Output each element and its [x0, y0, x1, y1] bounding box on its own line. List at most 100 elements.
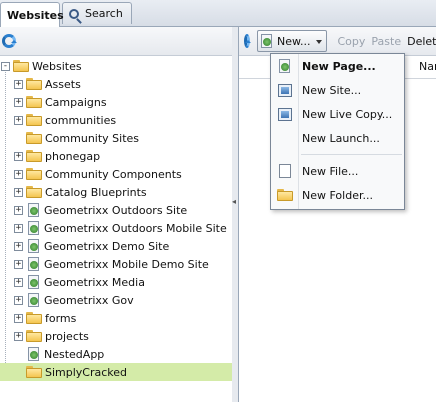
tree-node-label: SimplyCracked: [45, 365, 128, 379]
tree-node-label: Geometrixx Demo Site: [44, 239, 170, 253]
folder-icon: [26, 186, 42, 198]
paste-button[interactable]: Paste: [371, 35, 401, 48]
folder-icon: [26, 96, 42, 108]
expand-icon[interactable]: +: [14, 313, 23, 323]
new-dropdown-menu: New Page... New Site... New Live Copy... Ne…: [270, 53, 405, 210]
expand-icon[interactable]: +: [14, 295, 23, 305]
site-icon: [277, 83, 292, 97]
tree-node-label: Community Sites: [45, 131, 140, 145]
tree-node[interactable]: + Assets: [0, 75, 232, 93]
tree-node[interactable]: + Community Components: [0, 165, 232, 183]
tree-node[interactable]: + projects: [0, 327, 232, 345]
tree-node[interactable]: Community Sites: [0, 129, 232, 147]
tree-node-label: phonegap: [45, 149, 101, 163]
collapse-arrow-icon[interactable]: ◂: [232, 197, 236, 206]
tree-node-label: Websites: [32, 59, 82, 73]
menu-item[interactable]: New Live Copy...: [271, 102, 404, 126]
menu-item-label: New File...: [302, 164, 359, 178]
expand-icon[interactable]: +: [14, 151, 23, 161]
tree-node-label: Catalog Blueprints: [45, 185, 147, 199]
refresh-icon[interactable]: [244, 34, 251, 48]
folder-icon: [26, 78, 42, 90]
folder-icon: [26, 330, 42, 342]
expand-icon[interactable]: +: [14, 205, 23, 215]
menu-item[interactable]: New Launch...: [271, 126, 404, 150]
column-header-name[interactable]: Nar: [419, 60, 436, 73]
delete-button[interactable]: Delet: [407, 35, 436, 48]
tree-node[interactable]: + Geometrixx Gov: [0, 291, 232, 309]
menu-icon-slot: [271, 59, 298, 73]
tree-node[interactable]: NestedApp: [0, 345, 232, 363]
tree-node-label: Community Components: [45, 167, 182, 181]
expand-icon[interactable]: +: [14, 115, 23, 125]
refresh-icon[interactable]: [2, 34, 17, 48]
tree-node-label: Geometrixx Mobile Demo Site: [44, 257, 209, 271]
menu-item[interactable]: New Folder...: [271, 183, 404, 207]
expand-icon[interactable]: +: [14, 223, 23, 233]
menu-item-label: New Folder...: [302, 188, 373, 202]
tree-node-label: Geometrixx Gov: [44, 293, 134, 307]
tree-node[interactable]: + Campaigns: [0, 93, 232, 111]
tree-node-label: Geometrixx Outdoors Mobile Site: [44, 221, 227, 235]
tree-node-label: projects: [45, 329, 89, 343]
tree-node-label: Geometrixx Media: [44, 275, 145, 289]
site-tree: - Websites + Assets + Campaigns + communities Co…: [0, 56, 232, 381]
menu-item-label: New Page...: [302, 59, 376, 73]
folder-icon: [13, 60, 29, 72]
collapse-icon[interactable]: -: [1, 61, 10, 71]
menu-item[interactable]: New Site...: [271, 78, 404, 102]
site-page-icon: [27, 257, 41, 271]
tab-strip: Websites Search: [0, 0, 436, 27]
menu-item-label: New Live Copy...: [302, 107, 393, 121]
tree-node[interactable]: + Geometrixx Outdoors Site: [0, 201, 232, 219]
folder-icon: [276, 189, 293, 201]
tab-websites[interactable]: Websites: [0, 2, 64, 27]
menu-separator: [301, 154, 402, 155]
tree-node[interactable]: + Geometrixx Demo Site: [0, 237, 232, 255]
tree-node-label: Geometrixx Outdoors Site: [44, 203, 188, 217]
expand-icon[interactable]: +: [14, 331, 23, 341]
expand-icon[interactable]: +: [14, 97, 23, 107]
expand-icon[interactable]: +: [14, 79, 23, 89]
menu-item[interactable]: New Page...: [271, 54, 404, 78]
site-page-icon: [27, 275, 41, 289]
tree-node[interactable]: + forms: [0, 309, 232, 327]
expand-icon[interactable]: +: [14, 259, 23, 269]
site-page-icon: [27, 203, 41, 217]
folder-icon: [26, 312, 42, 324]
tree-node-label: Assets: [45, 77, 81, 91]
site-page-icon: [27, 347, 41, 361]
page-icon: [260, 34, 274, 48]
copy-button[interactable]: Copy: [337, 35, 365, 48]
page-icon: [278, 59, 292, 73]
tab-search[interactable]: Search: [62, 2, 132, 24]
tree-node[interactable]: + communities: [0, 111, 232, 129]
panel-splitter[interactable]: ◂: [232, 27, 239, 402]
folder-icon: [26, 366, 42, 378]
folder-icon: [26, 132, 42, 144]
tree-node[interactable]: + Geometrixx Mobile Demo Site: [0, 255, 232, 273]
tree-node[interactable]: + Geometrixx Media: [0, 273, 232, 291]
tree-node[interactable]: + Geometrixx Outdoors Mobile Site: [0, 219, 232, 237]
tree-node[interactable]: + phonegap: [0, 147, 232, 165]
tree-node[interactable]: + Catalog Blueprints: [0, 183, 232, 201]
tree-node-label: communities: [45, 113, 117, 127]
expand-icon[interactable]: +: [14, 169, 23, 179]
site-page-icon: [27, 239, 41, 253]
tree-node[interactable]: SimplyCracked: [0, 363, 232, 381]
file-icon: [278, 164, 291, 178]
expand-icon[interactable]: +: [14, 277, 23, 287]
menu-icon-slot: [271, 107, 298, 121]
new-button-label: New...: [277, 34, 311, 48]
magnifier-icon: [69, 8, 79, 19]
site-page-icon: [27, 293, 41, 307]
tree-node[interactable]: - Websites: [0, 57, 232, 75]
tab-websites-label: Websites: [7, 8, 64, 22]
folder-icon: [26, 168, 42, 180]
expand-icon[interactable]: +: [14, 187, 23, 197]
chevron-down-icon: [316, 39, 323, 47]
menu-item[interactable]: New File...: [271, 159, 404, 183]
new-button[interactable]: New...: [257, 30, 328, 52]
expand-icon[interactable]: +: [14, 241, 23, 251]
tree-node-label: forms: [45, 311, 77, 325]
